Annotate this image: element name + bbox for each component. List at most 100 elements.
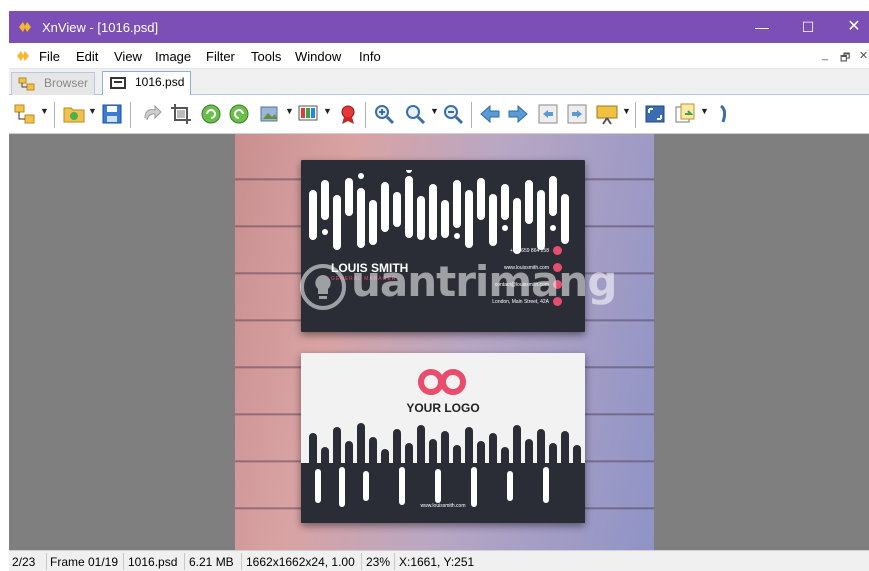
zoom-out-button[interactable] bbox=[441, 102, 465, 126]
zoom-in-icon bbox=[375, 105, 395, 125]
toolbar-separator bbox=[471, 102, 472, 128]
status-separator bbox=[123, 553, 124, 570]
status-separator bbox=[46, 553, 47, 570]
maximize-button[interactable]: ☐ bbox=[785, 11, 831, 43]
phone-icon bbox=[553, 246, 562, 255]
slideshow-button[interactable] bbox=[595, 102, 619, 126]
status-frame: Frame 01/19 bbox=[50, 555, 119, 569]
previous-button[interactable] bbox=[478, 102, 502, 126]
menu-filter[interactable]: Filter bbox=[206, 49, 235, 64]
more-icon bbox=[720, 104, 727, 123]
tab-bar: Browser 1016.psd bbox=[9, 69, 869, 95]
close-button[interactable]: ✕ bbox=[831, 11, 869, 43]
zoom-out-icon bbox=[444, 105, 464, 125]
color-button[interactable] bbox=[296, 102, 320, 126]
status-bar: 2/23 Frame 01/19 1016.psd 6.21 MB 1662x1… bbox=[9, 550, 869, 571]
open-button[interactable] bbox=[62, 102, 86, 126]
tab-label: Browser bbox=[44, 76, 89, 90]
browser-dropdown-arrow[interactable]: ▼ bbox=[40, 106, 49, 116]
color-icon bbox=[298, 105, 318, 121]
save-icon bbox=[102, 104, 122, 124]
browser-button[interactable] bbox=[13, 102, 37, 126]
zoom-button[interactable] bbox=[403, 102, 427, 126]
mdi-restore-button[interactable]: 🗗 bbox=[840, 49, 850, 68]
tab-label: 1016.psd bbox=[135, 75, 185, 89]
adjust-dropdown-arrow[interactable]: ▼ bbox=[285, 106, 294, 116]
image-tab-icon bbox=[110, 77, 126, 89]
browser-icon bbox=[18, 77, 35, 91]
fit-screen-button[interactable] bbox=[643, 102, 667, 126]
undo-button[interactable] bbox=[139, 102, 163, 126]
menu-tools[interactable]: Tools bbox=[251, 49, 281, 64]
open-dropdown-arrow[interactable]: ▼ bbox=[88, 106, 97, 116]
image-viewer[interactable]: LOUIS SMITH GENERAL MANAGER +008659 864 … bbox=[9, 134, 869, 550]
slideshow-icon bbox=[596, 105, 618, 125]
save-button[interactable] bbox=[100, 102, 124, 126]
mdi-close-button[interactable]: ✕ bbox=[859, 49, 868, 62]
status-index: 2/23 bbox=[12, 555, 36, 569]
status-separator bbox=[394, 553, 395, 570]
zoom-icon bbox=[406, 105, 426, 125]
logo-text: YOUR LOGO bbox=[406, 401, 480, 415]
adjust-button[interactable] bbox=[258, 102, 282, 126]
lightbulb-icon bbox=[300, 264, 346, 310]
xnview-logo-icon bbox=[19, 22, 31, 32]
fit-screen-icon bbox=[645, 105, 665, 123]
drip-pattern bbox=[309, 170, 569, 254]
status-zoom: 23% bbox=[366, 555, 391, 569]
menu-info[interactable]: Info bbox=[359, 49, 381, 64]
copy-to-button[interactable] bbox=[673, 102, 697, 126]
rotate-left-button[interactable] bbox=[199, 102, 223, 126]
toolbar-separator bbox=[130, 102, 131, 128]
status-separator bbox=[361, 553, 362, 570]
copy-to-icon bbox=[675, 103, 695, 123]
undo-icon bbox=[144, 104, 162, 121]
app-menu-icon[interactable] bbox=[15, 48, 31, 64]
previous-icon bbox=[480, 104, 500, 124]
more-button[interactable] bbox=[711, 102, 735, 126]
next-icon bbox=[508, 104, 528, 124]
menu-file[interactable]: File bbox=[39, 49, 60, 64]
card-back-url: www.louissmith.com bbox=[420, 503, 466, 509]
color-dropdown-arrow[interactable]: ▼ bbox=[323, 106, 332, 116]
copy-dropdown-arrow[interactable]: ▼ bbox=[700, 106, 709, 116]
menu-window[interactable]: Window bbox=[295, 49, 341, 64]
toolbar: ▼ ▼ ▼ ▼ ▼ ▼ ▼ bbox=[9, 96, 869, 134]
watermark-text: uantrimang bbox=[351, 257, 617, 306]
next-page-button[interactable] bbox=[565, 102, 589, 126]
title-bar: XnView - [1016.psd] — ☐ ✕ bbox=[9, 11, 869, 43]
tab-browser[interactable]: Browser bbox=[11, 72, 96, 95]
previous-page-button[interactable] bbox=[536, 102, 560, 126]
slideshow-dropdown-arrow[interactable]: ▼ bbox=[622, 106, 631, 116]
previous-page-icon bbox=[538, 104, 558, 124]
card-phone: +008659 864 258 bbox=[509, 248, 549, 254]
next-button[interactable] bbox=[506, 102, 530, 126]
toolbar-separator bbox=[635, 102, 636, 128]
toolbar-separator bbox=[365, 102, 366, 128]
status-filename: 1016.psd bbox=[128, 555, 178, 569]
rotate-left-icon bbox=[201, 104, 221, 124]
effects-icon bbox=[341, 105, 355, 124]
effects-button[interactable] bbox=[336, 102, 360, 126]
zoom-in-button[interactable] bbox=[372, 102, 396, 126]
displayed-image: LOUIS SMITH GENERAL MANAGER +008659 864 … bbox=[235, 134, 654, 550]
rotate-right-icon bbox=[229, 104, 249, 124]
watermark: uantrimang bbox=[297, 257, 617, 321]
rotate-right-button[interactable] bbox=[227, 102, 251, 126]
zoom-dropdown-arrow[interactable]: ▼ bbox=[430, 106, 439, 116]
tab-image[interactable]: 1016.psd bbox=[102, 71, 192, 95]
crop-button[interactable] bbox=[169, 102, 193, 126]
menu-view[interactable]: View bbox=[114, 49, 142, 64]
menu-edit[interactable]: Edit bbox=[76, 49, 98, 64]
status-dimensions: 1662x1662x24, 1.00 bbox=[246, 555, 355, 569]
mdi-minimize-button[interactable]: _ bbox=[822, 49, 828, 61]
menu-image[interactable]: Image bbox=[155, 49, 191, 64]
status-separator bbox=[241, 553, 242, 570]
window-title: XnView - [1016.psd] bbox=[42, 20, 159, 35]
crop-icon bbox=[171, 104, 191, 124]
browser-icon bbox=[14, 104, 35, 124]
minimize-button[interactable]: — bbox=[739, 11, 785, 43]
status-filesize: 6.21 MB bbox=[189, 555, 234, 569]
logo-mark-icon bbox=[418, 369, 466, 395]
toolbar-separator bbox=[54, 102, 55, 128]
